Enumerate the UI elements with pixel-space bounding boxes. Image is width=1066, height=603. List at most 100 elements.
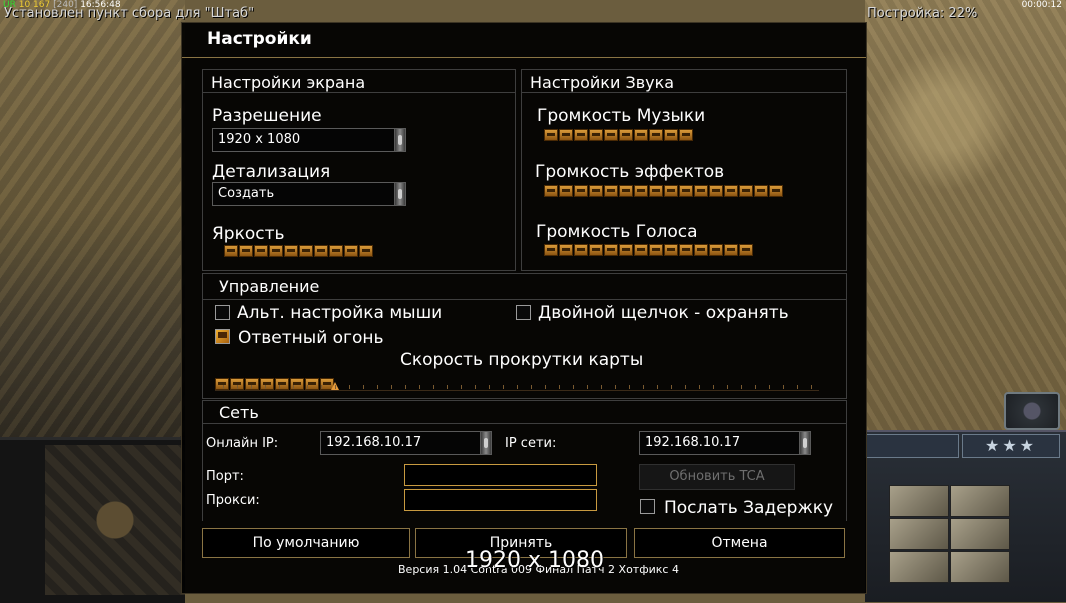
group-header: Настройки экрана xyxy=(203,70,515,93)
lan-ip-label: IP сети: xyxy=(505,436,557,451)
slider-segment xyxy=(679,185,693,197)
scroll-tick xyxy=(223,385,224,389)
slider-segment xyxy=(604,185,618,197)
port-input[interactable] xyxy=(404,464,597,486)
slider-segment xyxy=(544,129,558,141)
return-fire-checkbox[interactable] xyxy=(215,329,230,344)
game-timer: 00:00:12 xyxy=(1021,0,1062,10)
scroll-tick xyxy=(671,385,672,389)
slider-segment xyxy=(275,378,289,390)
scroll-tick xyxy=(489,385,490,389)
port-label: Порт: xyxy=(206,469,244,484)
scroll-tick xyxy=(461,385,462,389)
slider-segment xyxy=(589,129,603,141)
double-click-label: Двойной щелчок - охранять xyxy=(538,303,789,323)
scroll-tick xyxy=(251,385,252,389)
slider-segment xyxy=(709,185,723,197)
slider-segment xyxy=(314,245,328,257)
dropdown-arrow-icon[interactable] xyxy=(394,129,405,151)
scroll-tick xyxy=(699,385,700,389)
radar-icon[interactable] xyxy=(1004,392,1060,430)
scroll-tick xyxy=(447,385,448,389)
double-click-checkbox[interactable] xyxy=(516,305,531,320)
build-progress: Постройка: 22% xyxy=(867,6,978,21)
build-tile[interactable] xyxy=(889,518,949,550)
slider-segment xyxy=(604,129,618,141)
effects-volume-slider[interactable] xyxy=(544,185,783,197)
scroll-tick xyxy=(531,385,532,389)
minimap-view[interactable] xyxy=(45,445,185,595)
slider-segment xyxy=(224,245,238,257)
resolution-dropdown[interactable]: 1920 x 1080 xyxy=(212,128,406,152)
scroll-tick xyxy=(643,385,644,389)
scroll-tick xyxy=(727,385,728,389)
dialog-header: Настройки xyxy=(182,23,866,58)
slider-segment xyxy=(604,244,618,256)
online-ip-label: Онлайн IP: xyxy=(206,436,279,451)
slider-segment xyxy=(215,378,229,390)
detail-dropdown[interactable]: Создать xyxy=(212,182,406,206)
scroll-tick xyxy=(363,385,364,389)
slider-segment xyxy=(589,185,603,197)
slider-segment xyxy=(359,245,373,257)
dropdown-arrow-icon[interactable] xyxy=(480,432,491,454)
slider-segment xyxy=(649,185,663,197)
build-tile[interactable] xyxy=(950,518,1010,550)
proxy-input[interactable] xyxy=(404,489,597,511)
group-title: Управление xyxy=(219,277,320,296)
scroll-tick xyxy=(573,385,574,389)
group-title: Настройки экрана xyxy=(211,73,366,92)
scroll-tick xyxy=(293,385,294,389)
scroll-tick xyxy=(755,385,756,389)
update-tca-button[interactable]: Обновить TCA xyxy=(639,464,795,490)
build-tile[interactable] xyxy=(950,485,1010,517)
dropdown-arrow-icon[interactable] xyxy=(799,432,810,454)
slider-segment xyxy=(724,244,738,256)
slider-segment xyxy=(649,129,663,141)
scroll-speed-slider[interactable] xyxy=(215,378,819,391)
scroll-tick xyxy=(811,385,812,389)
scroll-tick xyxy=(545,385,546,389)
scroll-tick xyxy=(377,385,378,389)
scroll-tick xyxy=(265,385,266,389)
slider-segment xyxy=(589,244,603,256)
default-button[interactable]: По умолчанию xyxy=(202,528,410,558)
voice-volume-slider[interactable] xyxy=(544,244,753,256)
slider-segment xyxy=(245,378,259,390)
slider-segment xyxy=(299,245,313,257)
scroll-tick xyxy=(475,385,476,389)
slider-segment xyxy=(260,378,274,390)
scroll-tick xyxy=(615,385,616,389)
group-header: Сеть xyxy=(203,401,846,424)
lan-ip-dropdown[interactable]: 192.168.10.17 xyxy=(639,431,811,455)
proxy-label: Прокси: xyxy=(206,493,260,508)
build-tile[interactable] xyxy=(950,551,1010,583)
effects-volume-label: Громкость эффектов xyxy=(535,162,725,182)
group-header: Управление xyxy=(203,274,846,300)
scroll-tick xyxy=(587,385,588,389)
music-volume-slider[interactable] xyxy=(544,129,693,141)
scroll-tick xyxy=(783,385,784,389)
send-delay-checkbox[interactable] xyxy=(640,499,655,514)
scroll-tick xyxy=(769,385,770,389)
online-ip-dropdown[interactable]: 192.168.10.17 xyxy=(320,431,492,455)
slider-segment xyxy=(269,245,283,257)
slider-segment xyxy=(664,244,678,256)
voice-volume-label: Громкость Голоса xyxy=(536,222,698,242)
build-tile[interactable] xyxy=(889,551,949,583)
build-tile[interactable] xyxy=(889,485,949,517)
alt-mouse-checkbox[interactable] xyxy=(215,305,230,320)
scroll-tick xyxy=(307,385,308,389)
cancel-button[interactable]: Отмена xyxy=(634,528,845,558)
scroll-tick xyxy=(713,385,714,389)
group-title: Настройки Звука xyxy=(530,73,675,92)
online-ip-value: 192.168.10.17 xyxy=(326,435,422,450)
slider-segment xyxy=(559,244,573,256)
slider-segment xyxy=(679,244,693,256)
slider-segment xyxy=(284,245,298,257)
scroll-tick xyxy=(503,385,504,389)
dropdown-arrow-icon[interactable] xyxy=(394,183,405,205)
scroll-tick xyxy=(321,385,322,389)
scroll-tick xyxy=(601,385,602,389)
brightness-slider[interactable] xyxy=(224,245,373,257)
